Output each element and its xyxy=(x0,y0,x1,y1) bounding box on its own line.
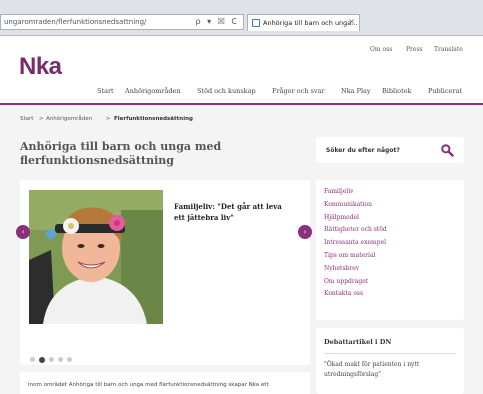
address-bar[interactable]: ungaromraden/flerfunktionsnedsattning/ ρ… xyxy=(0,14,244,30)
side-link-item[interactable]: Intressanta exempel xyxy=(324,239,387,252)
header-divider xyxy=(0,103,483,105)
tab-close-icon[interactable]: × xyxy=(348,17,355,26)
slider-next-button[interactable]: › xyxy=(298,225,312,239)
search-icon[interactable] xyxy=(440,143,454,157)
slide-photo[interactable] xyxy=(29,190,163,324)
slider-dot[interactable] xyxy=(58,357,63,362)
side-link-item[interactable]: Rättigheter och stöd xyxy=(324,226,387,239)
breadcrumb-sep: > xyxy=(39,116,44,122)
debate-quote[interactable]: "Ökad makt för patienten i nytt utrednin… xyxy=(324,360,454,380)
featured-slider: Familjeliv: "Det går att leva ett jätteb… xyxy=(16,180,312,365)
slider-dot[interactable] xyxy=(30,357,35,362)
util-link-about[interactable]: Om oss xyxy=(370,46,392,53)
browser-tab[interactable]: Anhöriga till barn och unga... × xyxy=(247,14,360,31)
nav-item-nka-play[interactable]: Nka Play xyxy=(341,87,371,95)
breadcrumb-area[interactable]: Anhörigområden xyxy=(46,116,92,122)
side-link-list: Familjeliv Kommunikation Hjälpmedel Rättigh… xyxy=(324,188,387,303)
debate-panel: Debattartikel i DN "Ökad makt för patien… xyxy=(316,328,464,394)
site-logo[interactable]: Nka xyxy=(19,53,62,81)
slider-prev-button[interactable]: ‹ xyxy=(16,225,30,239)
intro-text: Inom området Anhöriga till barn och unga… xyxy=(28,382,269,388)
nav-item-anhorigomraden[interactable]: Anhörigområden xyxy=(125,87,181,95)
page-title: Anhöriga till barn och unga med flerfunk… xyxy=(20,140,222,167)
side-link-item[interactable]: Kontakta oss xyxy=(324,290,387,303)
slide-heading[interactable]: Familjeliv: "Det går att leva ett jätteb… xyxy=(174,201,294,223)
debate-divider xyxy=(324,353,456,354)
search-label: Söker du efter något? xyxy=(326,147,400,154)
side-link-item[interactable]: Kommunikation xyxy=(324,201,387,214)
slider-dots xyxy=(30,349,76,363)
breadcrumb-current: Flerfunktionsnedsättning xyxy=(114,116,193,122)
side-link-item[interactable]: Hjälpmedel xyxy=(324,214,387,227)
nav-item-publicerat[interactable]: Publicerat xyxy=(428,87,462,95)
side-link-item[interactable]: Familjeliv xyxy=(324,188,387,201)
nav-item-start[interactable]: Start xyxy=(97,87,114,95)
address-url: ungaromraden/flerfunktionsnedsattning/ xyxy=(4,18,147,26)
browser-chrome: ungaromraden/flerfunktionsnedsattning/ ρ… xyxy=(0,0,483,36)
side-link-item[interactable]: Tips om material xyxy=(324,252,387,265)
breadcrumb-sep: > xyxy=(106,116,111,122)
favicon-icon xyxy=(252,19,260,27)
tab-title: Anhöriga till barn och unga... xyxy=(263,19,358,27)
util-link-translate[interactable]: Translate xyxy=(434,46,463,53)
slider-dot[interactable] xyxy=(39,356,45,363)
breadcrumb-start[interactable]: Start xyxy=(20,116,33,122)
site-header: Nka Om oss Press Translate Start Anhörig… xyxy=(0,37,483,103)
side-link-item[interactable]: Nyhetsbrev xyxy=(324,265,387,278)
search-box[interactable]: Söker du efter något? xyxy=(316,137,464,163)
side-link-item[interactable]: Om uppdraget xyxy=(324,278,387,291)
nav-item-bibliotek[interactable]: Bibliotek xyxy=(382,87,412,95)
address-bar-icons[interactable]: ρ ▾ ☒ C xyxy=(196,17,239,26)
slider-dot[interactable] xyxy=(67,357,72,362)
intro-panel: Inom området Anhöriga till barn och unga… xyxy=(20,372,310,394)
nav-item-fragor-svar[interactable]: Frågor och svar xyxy=(272,87,325,95)
nav-item-stod-kunskap[interactable]: Stöd och kunskap xyxy=(197,87,256,95)
util-link-press[interactable]: Press xyxy=(406,46,423,53)
side-link-panel: Familjeliv Kommunikation Hjälpmedel Rättigh… xyxy=(316,180,464,320)
debate-heading: Debattartikel i DN xyxy=(324,338,392,346)
slider-dot[interactable] xyxy=(49,357,54,362)
